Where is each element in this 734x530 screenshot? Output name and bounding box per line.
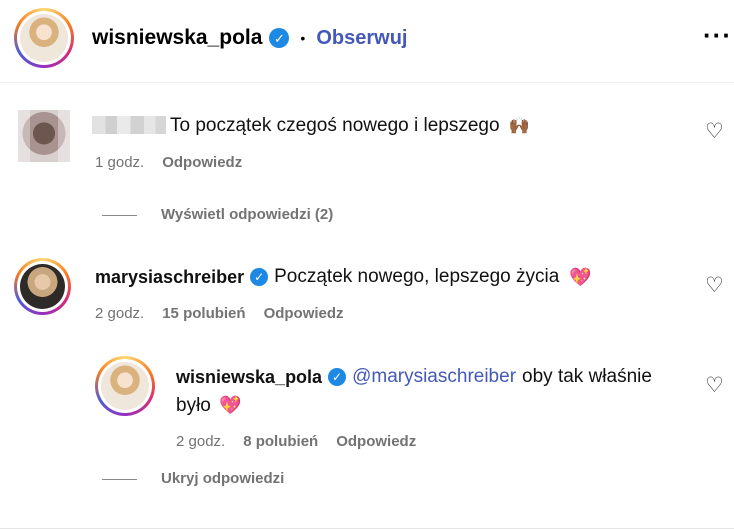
comment-1-text: To początek czegoś nowego i lepszego xyxy=(170,115,500,136)
reply-time: 2 godz. xyxy=(176,433,226,450)
comment-1-meta: 1 godz. Odpowiedz xyxy=(95,154,242,171)
mention-link[interactable]: @marysiaschreiber xyxy=(352,366,516,388)
comment-1-text-row: To początek czegoś nowego i lepszego 🙌🏾 xyxy=(170,115,530,137)
reply-text-line-1: oby tak właśnie xyxy=(522,366,652,387)
reply-button[interactable]: Odpowiedz xyxy=(264,305,344,322)
reply-text-line-2: było xyxy=(176,395,211,416)
profile-avatar[interactable] xyxy=(14,8,74,68)
comment-time: 1 godz. xyxy=(95,154,145,171)
comment-time: 2 godz. xyxy=(95,305,145,322)
comment-2-text: Początek nowego, lepszego życia xyxy=(274,266,560,287)
heart-emoji-icon: 💖 xyxy=(219,395,242,415)
profile-username[interactable]: wisniewska_pola xyxy=(92,26,262,50)
replies-line xyxy=(102,215,137,216)
marysia-avatar[interactable] xyxy=(14,258,71,315)
like-heart-icon[interactable]: ♡ xyxy=(705,273,724,298)
more-options-icon[interactable]: ··· xyxy=(703,20,732,51)
avatar-photo xyxy=(20,14,68,62)
reply-text-row-2: było 💖 xyxy=(176,395,242,417)
comment-username[interactable]: marysiaschreiber xyxy=(95,267,244,288)
verified-badge-icon: ✓ xyxy=(328,368,347,386)
reply-button[interactable]: Odpowiedz xyxy=(336,433,416,450)
commenter-avatar-pixelated[interactable] xyxy=(18,110,70,162)
commenter-username-pixelated[interactable] xyxy=(92,116,166,134)
reply-avatar[interactable] xyxy=(95,356,155,416)
follow-button[interactable]: Obserwuj xyxy=(316,27,407,50)
raising-hands-icon: 🙌🏾 xyxy=(508,116,530,135)
reply-text-row: wisniewska_pola ✓ @marysiaschreiber oby … xyxy=(176,366,652,388)
verified-badge-icon: ✓ xyxy=(269,28,290,48)
like-heart-icon[interactable]: ♡ xyxy=(705,119,724,144)
reply-username[interactable]: wisniewska_pola xyxy=(176,367,322,388)
separator-dot: • xyxy=(300,30,306,46)
reply-button[interactable]: Odpowiedz xyxy=(162,154,242,171)
comment-2-meta: 2 godz. 15 polubień Odpowiedz xyxy=(95,305,344,322)
replies-line xyxy=(102,479,137,480)
avatar-photo xyxy=(20,264,65,309)
bottom-divider xyxy=(0,528,734,529)
like-heart-icon[interactable]: ♡ xyxy=(705,373,724,398)
avatar-photo xyxy=(101,362,149,410)
view-replies-button[interactable]: Wyświetl odpowiedzi (2) xyxy=(161,206,333,223)
reply-meta: 2 godz. 8 polubień Odpowiedz xyxy=(176,433,416,450)
hide-replies-button[interactable]: Ukryj odpowiedzi xyxy=(161,470,284,487)
header-user-row: wisniewska_pola ✓ • Obserwuj xyxy=(92,26,407,50)
verified-badge-icon: ✓ xyxy=(250,268,269,286)
likes-count[interactable]: 15 polubień xyxy=(162,305,245,322)
heart-emoji-icon: 💖 xyxy=(569,266,592,287)
comment-2-text-row: marysiaschreiber ✓ Początek nowego, leps… xyxy=(95,266,592,288)
header-divider xyxy=(0,82,734,83)
likes-count[interactable]: 8 polubień xyxy=(243,433,318,450)
